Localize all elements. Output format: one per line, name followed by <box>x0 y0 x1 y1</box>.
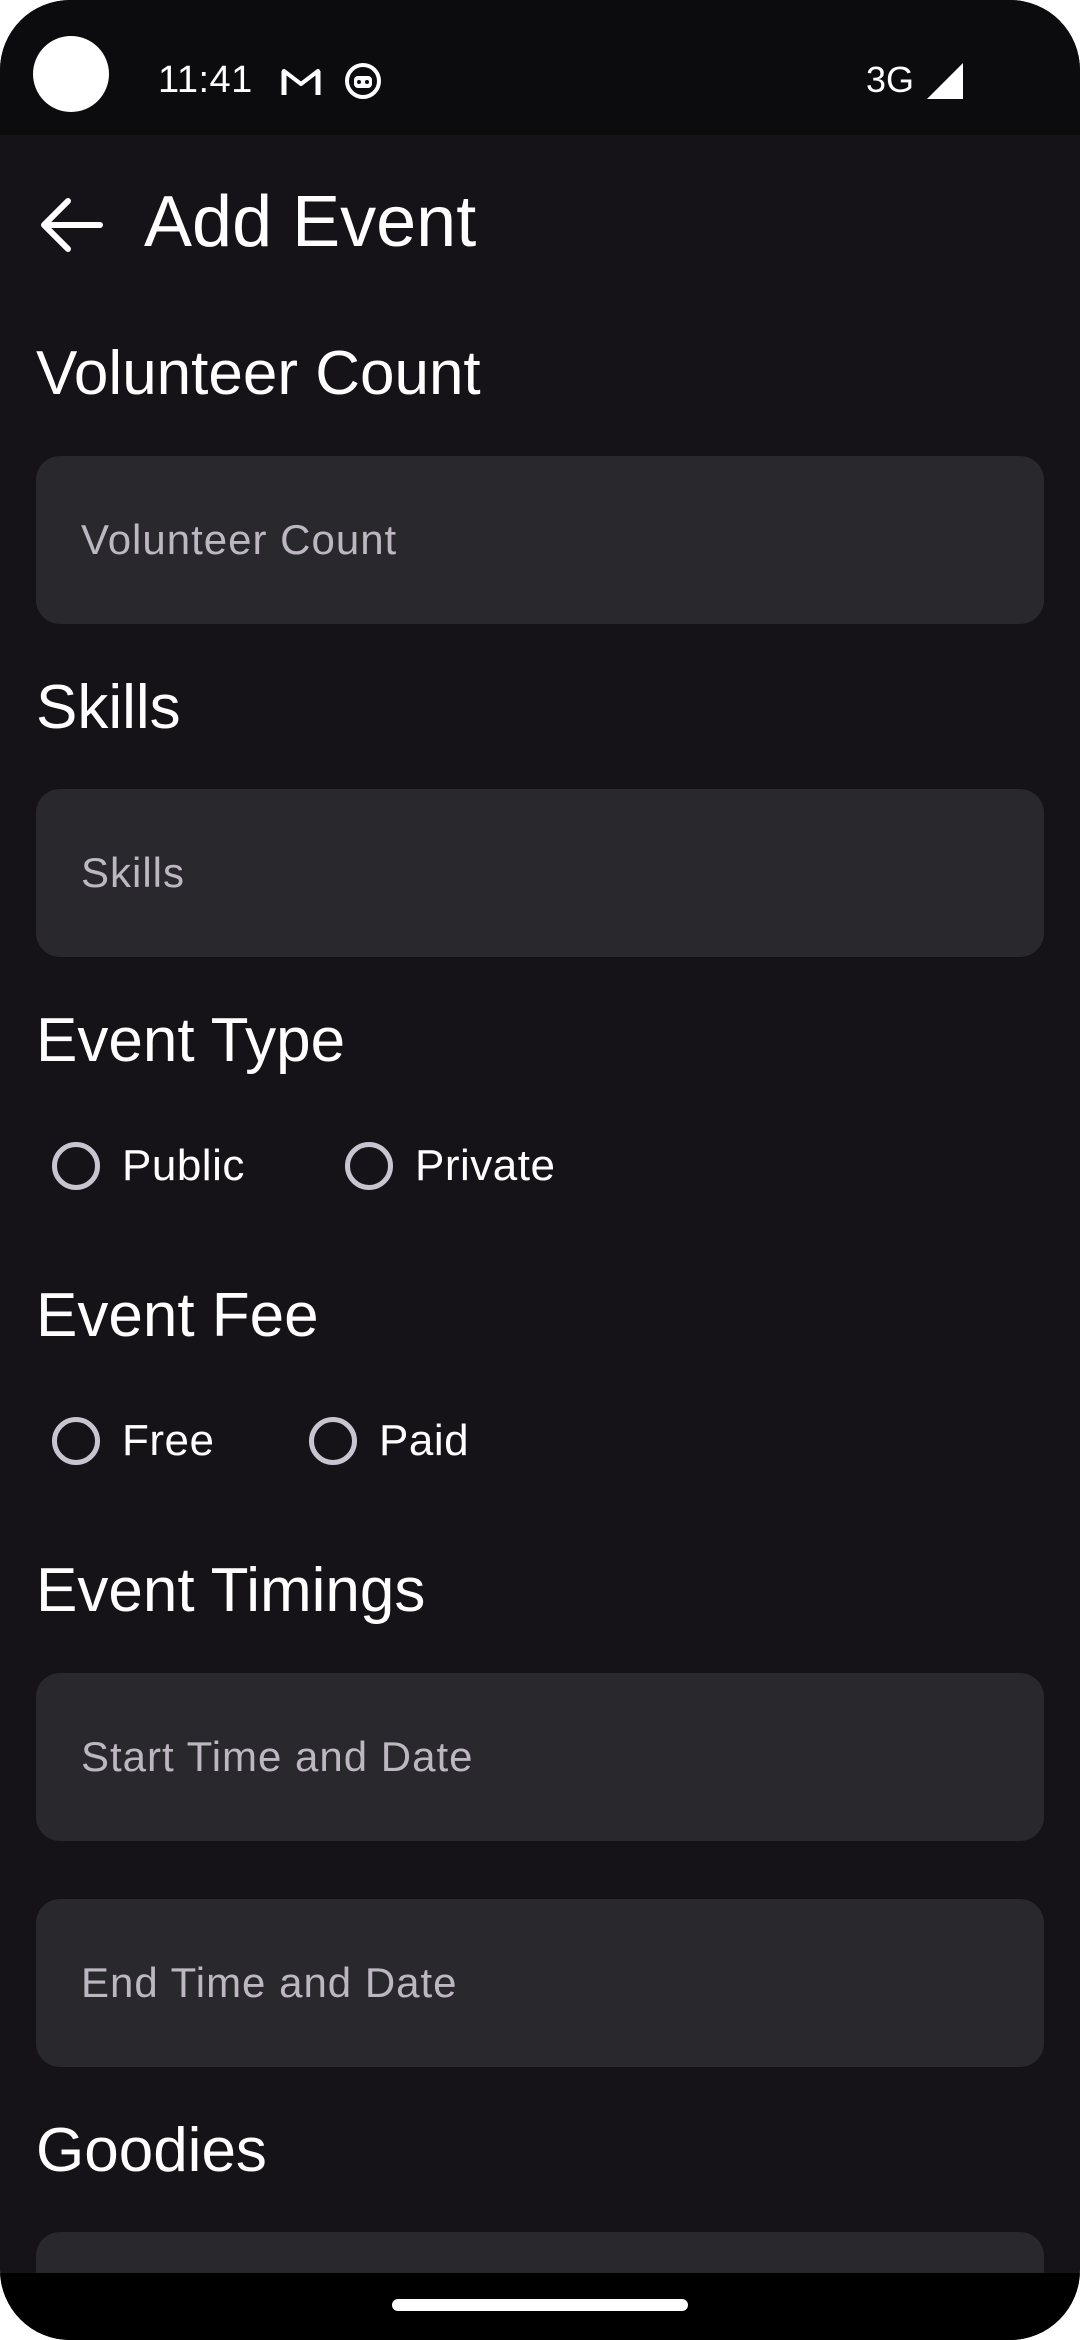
start-time-input[interactable] <box>36 1673 1044 1841</box>
app-bar: Add Event <box>0 135 1080 315</box>
skills-input[interactable] <box>36 789 1044 957</box>
volunteer-count-field[interactable] <box>36 456 1044 624</box>
signal-icon <box>927 63 963 99</box>
arrow-back-icon[interactable] <box>30 183 114 267</box>
status-bar: 11:41 3G <box>0 0 1080 135</box>
skills-field[interactable] <box>36 789 1044 957</box>
volunteer-count-label: Volunteer Count <box>36 339 481 408</box>
end-time-input[interactable] <box>36 1899 1044 2067</box>
gmail-icon <box>281 69 321 95</box>
event-fee-label: Event Fee <box>36 1281 319 1350</box>
radio-button-icon[interactable] <box>309 1417 357 1465</box>
radio-paid[interactable]: Paid <box>309 1411 469 1471</box>
end-time-field[interactable] <box>36 1899 1044 2067</box>
network-type: 3G <box>866 59 915 100</box>
event-type-label: Event Type <box>36 1006 346 1075</box>
skills-label: Skills <box>36 673 181 742</box>
event-timings-label: Event Timings <box>36 1556 426 1625</box>
camera-cutout <box>33 36 109 112</box>
bot-icon <box>345 63 381 99</box>
radio-button-icon[interactable] <box>52 1142 100 1190</box>
radio-button-icon[interactable] <box>52 1417 100 1465</box>
radio-public[interactable]: Public <box>52 1136 245 1196</box>
radio-public-label: Public <box>122 1141 245 1190</box>
radio-free[interactable]: Free <box>52 1411 214 1471</box>
radio-private[interactable]: Private <box>345 1136 555 1196</box>
page-title: Add Event <box>144 182 477 262</box>
radio-private-label: Private <box>415 1141 556 1190</box>
goodies-label: Goodies <box>36 2116 267 2185</box>
volunteer-count-input[interactable] <box>36 456 1044 624</box>
radio-button-icon[interactable] <box>345 1142 393 1190</box>
start-time-field[interactable] <box>36 1673 1044 1841</box>
home-indicator[interactable] <box>392 2299 688 2311</box>
radio-paid-label: Paid <box>379 1416 470 1465</box>
radio-free-label: Free <box>122 1416 215 1465</box>
status-time: 11:41 <box>158 59 253 101</box>
phone-screen: 11:41 3G Add Event Volunteer Count Skill… <box>0 0 1080 2340</box>
